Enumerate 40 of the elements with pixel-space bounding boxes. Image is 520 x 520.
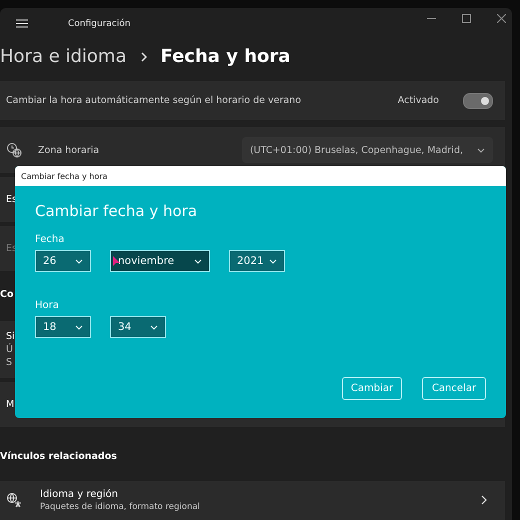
- section-heading: Vínculos relacionados: [0, 451, 117, 462]
- timezone-dropdown[interactable]: (UTC+01:00) Bruselas, Copenhague, Madrid,: [242, 137, 493, 164]
- page-title: Fecha y hora: [160, 46, 290, 68]
- toggle-switch[interactable]: [463, 92, 493, 109]
- section-heading: Co: [0, 288, 14, 300]
- chevron-right-icon: [481, 495, 487, 506]
- link-subtitle: Paquetes de idioma, formato regional: [40, 502, 200, 512]
- maximize-icon[interactable]: [462, 14, 471, 23]
- clock-globe-icon: [6, 142, 22, 158]
- chevron-down-icon: [75, 258, 83, 264]
- setting-label: M: [6, 399, 14, 410]
- breadcrumb-parent[interactable]: Hora e idioma: [0, 46, 127, 68]
- close-icon[interactable]: [497, 14, 506, 23]
- dropdown[interactable]: 2021: [229, 250, 285, 272]
- chevron-down-icon: [75, 324, 83, 330]
- dropdown[interactable]: 26: [35, 250, 91, 272]
- cursor-icon: [113, 256, 121, 267]
- dialog-title: Cambiar fecha y hora: [15, 166, 506, 186]
- chevron-down-icon: [150, 324, 158, 330]
- dropdown[interactable]: 34: [110, 316, 166, 338]
- link-title: Idioma y región: [40, 488, 119, 500]
- dropdown[interactable]: 18: [35, 316, 91, 338]
- dropdown[interactable]: noviembre: [110, 250, 210, 272]
- chevron-right-icon: [140, 52, 147, 62]
- menu-icon[interactable]: [16, 19, 28, 28]
- setting-label: Cambiar la hora automáticamente según el horario de verano: [6, 95, 302, 106]
- setting-label: S: [6, 356, 14, 368]
- chevron-down-icon: [194, 258, 202, 264]
- dialog-heading: Cambiar fecha y hora: [35, 202, 198, 220]
- setting-label: Zona horaria: [38, 144, 100, 156]
- chevron-down-icon: [477, 148, 485, 153]
- language-icon: [6, 492, 22, 508]
- setting-label: Ú: [6, 344, 14, 355]
- window-title: Configuración: [68, 18, 130, 29]
- chevron-down-icon: [269, 258, 277, 264]
- field-label: Hora: [35, 300, 60, 311]
- toggle-state-label: Activado: [398, 95, 439, 106]
- setting-label: Si: [6, 330, 15, 342]
- related-link-card[interactable]: Idioma y región Paquetes de idioma, formato regional: [0, 480, 505, 520]
- field-label: Fecha: [35, 234, 66, 245]
